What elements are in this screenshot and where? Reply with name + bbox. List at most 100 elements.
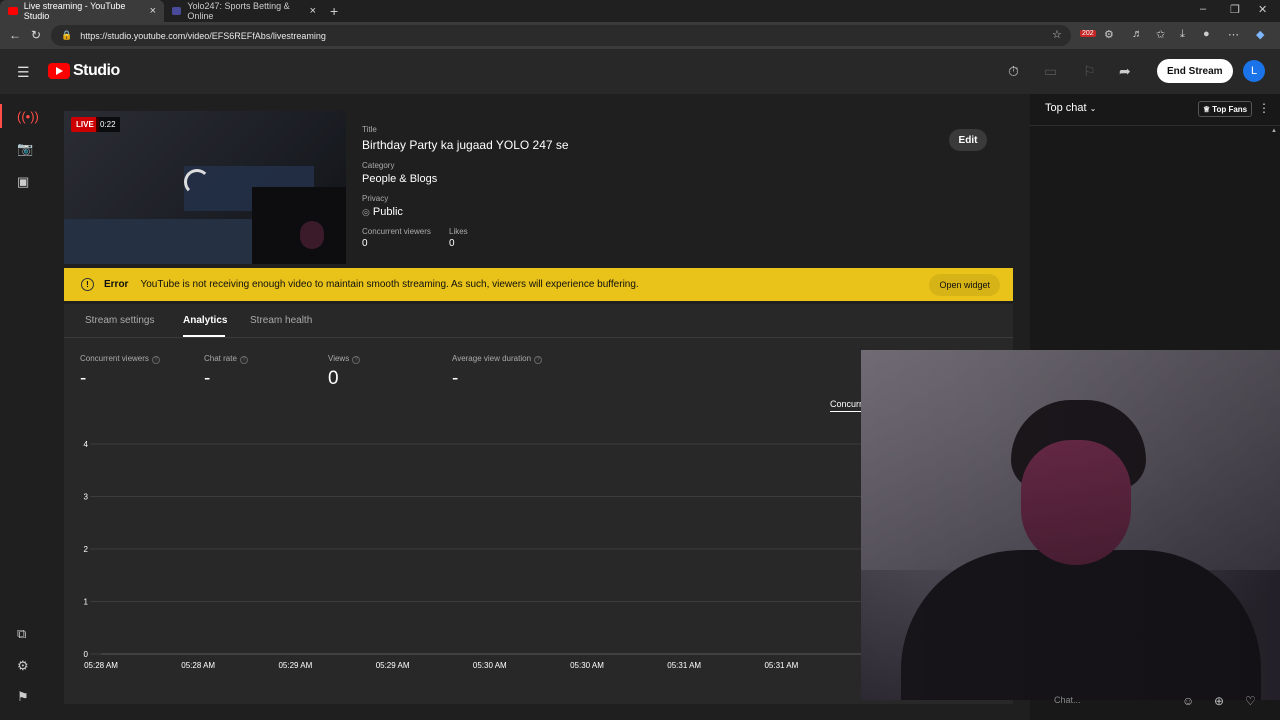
maximize-icon[interactable]: ❐ bbox=[1230, 3, 1240, 16]
concurrent-label: Concurrent viewers bbox=[362, 227, 431, 236]
stat-chat-rate-label: Chat rate? bbox=[204, 354, 248, 364]
url-field[interactable]: 🔒 https://studio.youtube.com/video/EFS6R… bbox=[51, 25, 1071, 46]
top-chat-dropdown[interactable]: Top chat ⌄ bbox=[1045, 102, 1096, 114]
bookmark-icon: ⚐ bbox=[1083, 63, 1096, 79]
tab-youtube-studio[interactable]: Live streaming - YouTube Studio × bbox=[0, 0, 164, 22]
x-tick-label: 05:29 AM bbox=[376, 661, 410, 670]
close-tab-icon[interactable]: × bbox=[150, 5, 156, 17]
read-aloud-icon[interactable]: ♬ bbox=[1132, 28, 1143, 40]
stat-views-label: Views? bbox=[328, 354, 361, 364]
more-icon[interactable]: ⋯ bbox=[1228, 28, 1239, 41]
chat-input[interactable]: Chat... bbox=[1040, 690, 1180, 710]
tab-title: Live streaming - YouTube Studio bbox=[23, 1, 126, 21]
minimize-icon[interactable]: – bbox=[1200, 3, 1206, 15]
y-tick-label: 0 bbox=[84, 650, 89, 659]
new-tab-icon[interactable]: + bbox=[330, 3, 338, 19]
feedback-icon[interactable]: ⚑ bbox=[17, 689, 29, 705]
preview-person bbox=[300, 221, 324, 249]
crown-icon: ♕ bbox=[1203, 104, 1211, 114]
tab-yolo247[interactable]: Yolo247: Sports Betting & Online × bbox=[164, 0, 324, 22]
live-stream-icon[interactable]: ((•)) bbox=[17, 109, 39, 124]
external-link-icon[interactable]: ⧉ bbox=[17, 626, 26, 642]
warning-icon: ! bbox=[81, 278, 94, 291]
settings-icon[interactable]: ⚙ bbox=[17, 658, 29, 674]
y-tick-label: 2 bbox=[84, 545, 89, 554]
x-tick-label: 05:30 AM bbox=[473, 661, 507, 670]
likes-label: Likes bbox=[449, 227, 468, 236]
yolo-favicon-icon bbox=[172, 7, 182, 15]
tab-analytics[interactable]: Analytics bbox=[183, 315, 227, 326]
privacy-text: Public bbox=[372, 206, 403, 218]
webcam-icon[interactable]: 📷 bbox=[17, 141, 33, 157]
lock-icon: 🔒 bbox=[61, 30, 73, 40]
menu-icon[interactable]: ☰ bbox=[17, 64, 30, 81]
tab-stream-health[interactable]: Stream health bbox=[250, 315, 312, 326]
studio-logo[interactable]: Studio bbox=[48, 62, 120, 80]
emoji-icon[interactable]: ☺ bbox=[1182, 694, 1194, 708]
globe-icon: ◎ bbox=[362, 207, 370, 217]
add-icon[interactable]: ⊕ bbox=[1214, 694, 1224, 708]
heart-icon[interactable]: ♡ bbox=[1245, 694, 1256, 708]
end-stream-button[interactable]: End Stream bbox=[1157, 59, 1233, 83]
y-tick-label: 1 bbox=[84, 598, 89, 607]
stream-preview[interactable] bbox=[64, 111, 346, 264]
back-icon[interactable]: ← bbox=[9, 28, 21, 42]
privacy-value: ◎ Public bbox=[362, 206, 403, 218]
share-icon[interactable]: ➦ bbox=[1119, 63, 1131, 80]
copilot-icon[interactable]: ◆ bbox=[1256, 28, 1264, 41]
address-bar-row: ← ↻ 🔒 https://studio.youtube.com/video/E… bbox=[0, 22, 1280, 49]
timer-icon[interactable]: ⏱ bbox=[1008, 63, 1019, 80]
chat-header: Top chat ⌄ ♕ Top Fans ⋮ bbox=[1030, 94, 1280, 126]
concurrent-value: 0 bbox=[362, 238, 368, 249]
reload-icon[interactable]: ↻ bbox=[31, 28, 41, 42]
help-icon[interactable]: ? bbox=[534, 356, 543, 364]
help-icon[interactable]: ? bbox=[352, 356, 361, 364]
x-tick-label: 05:31 AM bbox=[667, 661, 701, 670]
help-icon[interactable]: ? bbox=[239, 356, 248, 364]
privacy-label: Privacy bbox=[362, 194, 389, 203]
youtube-logo-icon bbox=[48, 63, 70, 79]
chevron-down-icon: ⌄ bbox=[1089, 104, 1097, 113]
stat-avg-duration-value: - bbox=[452, 368, 459, 389]
webcam-shade bbox=[861, 350, 1280, 700]
loading-spinner-icon bbox=[184, 169, 210, 195]
tab-title: Yolo247: Sports Betting & Online bbox=[187, 1, 290, 21]
avatar[interactable]: L bbox=[1243, 60, 1265, 82]
stat-views-value: 0 bbox=[328, 368, 339, 389]
x-tick-label: 05:31 AM bbox=[764, 661, 798, 670]
stat-chat-rate-value: - bbox=[204, 368, 211, 389]
studio-header: ☰ Studio ⏱ ▭ ⚐ ➦ End Stream L bbox=[0, 49, 1280, 94]
category-value: People & Blogs bbox=[362, 173, 438, 185]
extension-icon[interactable]: ⚙ bbox=[1104, 28, 1114, 41]
stat-concurrent-value: - bbox=[80, 368, 87, 389]
close-window-icon[interactable]: ✕ bbox=[1258, 3, 1267, 16]
preview-webcam bbox=[252, 187, 346, 264]
stream-title: Birthday Party ka jugaad YOLO 247 se bbox=[362, 138, 569, 152]
open-widget-button[interactable]: Open widget bbox=[929, 273, 1000, 296]
help-icon[interactable]: ? bbox=[151, 356, 160, 364]
title-label: Title bbox=[362, 125, 377, 134]
likes-value: 0 bbox=[449, 238, 455, 249]
manage-icon[interactable]: ▣ bbox=[17, 174, 29, 190]
x-tick-label: 05:28 AM bbox=[181, 661, 215, 670]
url-text: https://studio.youtube.com/video/EFS6REF… bbox=[80, 30, 326, 41]
edit-button[interactable]: Edit bbox=[949, 129, 987, 151]
x-tick-label: 05:30 AM bbox=[570, 661, 604, 670]
preview-panel bbox=[64, 219, 254, 264]
extension-badge[interactable]: 202 bbox=[1080, 30, 1096, 37]
tab-stream-settings[interactable]: Stream settings bbox=[85, 315, 154, 326]
x-tick-label: 05:28 AM bbox=[84, 661, 118, 670]
top-fans-button[interactable]: ♕ Top Fans bbox=[1198, 101, 1253, 117]
downloads-icon[interactable]: ⤓ bbox=[1180, 28, 1185, 41]
scroll-up-icon[interactable]: ▲ bbox=[1271, 128, 1277, 134]
bookmark-star-icon[interactable]: ☆ bbox=[1052, 28, 1062, 41]
close-tab-icon[interactable]: × bbox=[310, 5, 316, 17]
x-tick-label: 05:29 AM bbox=[278, 661, 312, 670]
stat-avg-duration-label: Average view duration? bbox=[452, 354, 543, 364]
active-indicator bbox=[0, 104, 2, 128]
y-tick-label: 3 bbox=[84, 493, 89, 502]
favorites-icon[interactable]: ✩ bbox=[1156, 28, 1165, 41]
youtube-favicon-icon bbox=[8, 7, 18, 15]
profile-icon[interactable]: ● bbox=[1203, 28, 1210, 40]
more-options-icon[interactable]: ⋮ bbox=[1258, 101, 1270, 115]
